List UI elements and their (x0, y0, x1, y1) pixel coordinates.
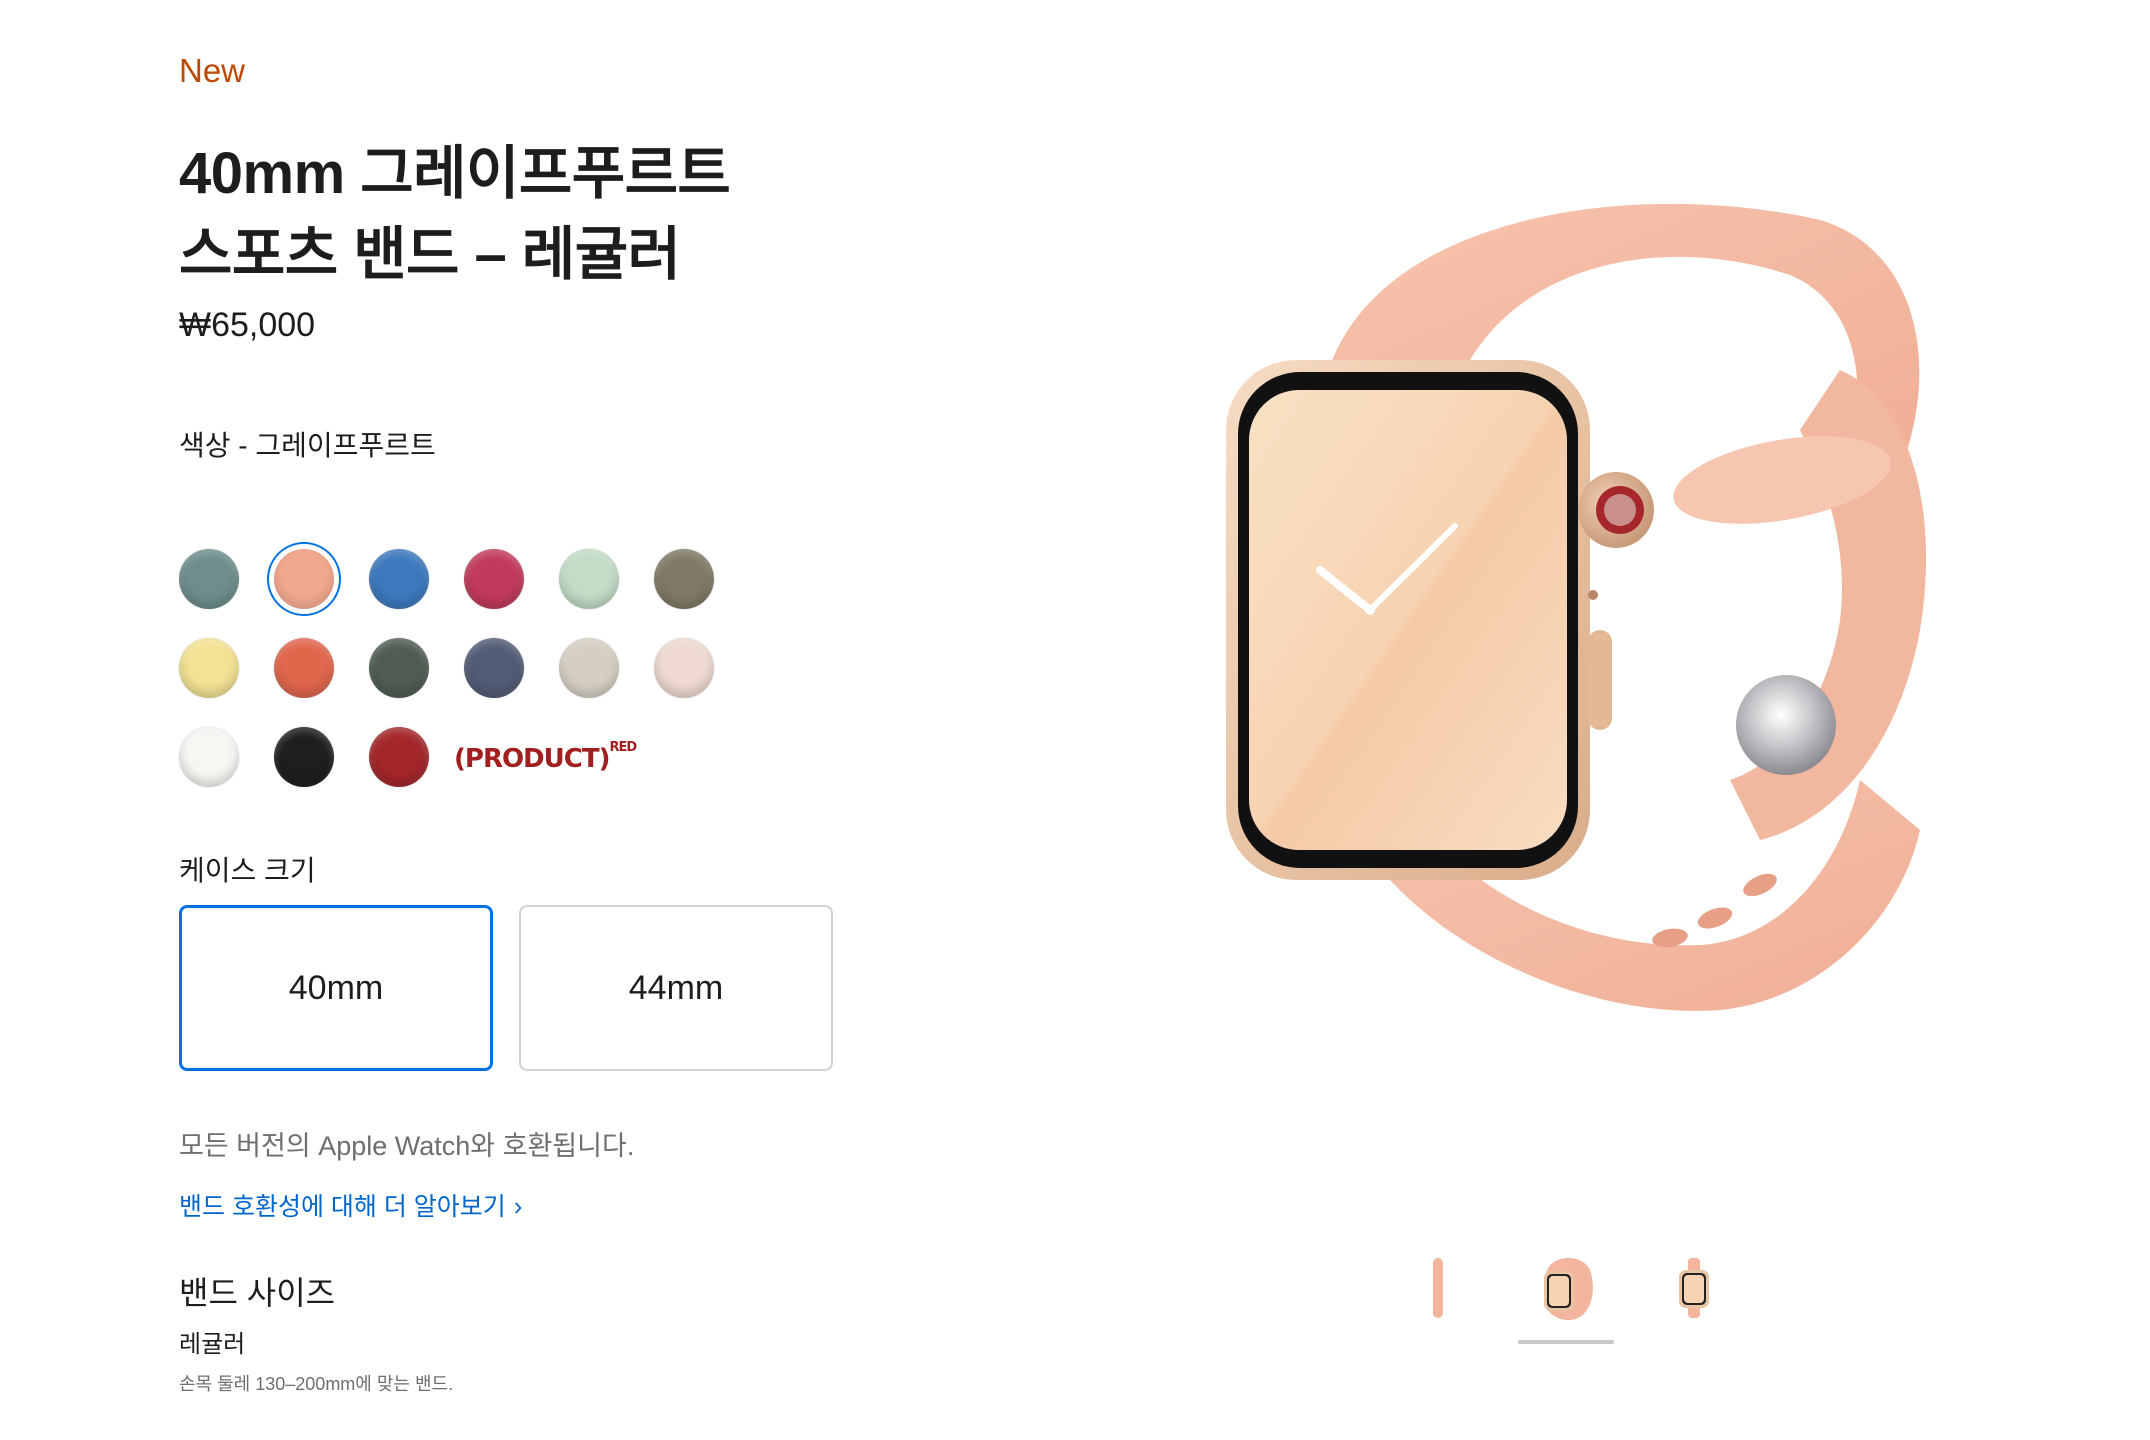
product-price: ₩65,000 (179, 306, 316, 344)
case-size-40mm-button[interactable]: 40mm (179, 905, 493, 1071)
image-thumbnails (1390, 1240, 1774, 1344)
product-title-line2: 스포츠 밴드 – 레귤러 (179, 222, 681, 287)
color-swatches: (PRODUCT)RED (179, 544, 739, 811)
swatch-row: (PRODUCT)RED (179, 722, 739, 792)
band-thumbnail-icon (1433, 1258, 1443, 1318)
color-swatch-pink-sand[interactable] (654, 638, 714, 698)
case-size-options: 40mm 44mm (179, 905, 859, 1071)
color-swatch-product-red[interactable] (369, 727, 429, 787)
color-swatch-white[interactable] (179, 727, 239, 787)
product-red-logo: (PRODUCT)RED (454, 740, 637, 774)
product-red-text: (PRODUCT) (454, 744, 610, 774)
color-swatch-grapefruit[interactable] (274, 549, 334, 609)
product-image (1200, 180, 1960, 1050)
band-hole (1697, 907, 1733, 929)
swatch-row (179, 544, 739, 614)
thumbnail-band[interactable] (1390, 1240, 1486, 1336)
apple-watch-image (1226, 203, 1927, 1011)
product-title: 40mm 그레이프푸르트 스포츠 밴드 – 레귤러 (179, 133, 731, 295)
hand-pivot (1365, 605, 1375, 615)
swatch-row (179, 633, 739, 703)
band-hole (1743, 873, 1777, 897)
color-swatch-black[interactable] (274, 727, 334, 787)
color-swatch-mint[interactable] (559, 549, 619, 609)
watch-thumbnail-icon (1544, 1258, 1593, 1321)
case-size-label: 케이스 크기 (179, 855, 316, 886)
band-size-description: 손목 둘레 130–200mm에 맞는 밴드. (179, 1374, 454, 1394)
color-swatch-olive[interactable] (654, 549, 714, 609)
chevron-right-icon: › (513, 1191, 523, 1221)
color-swatch-blue[interactable] (369, 549, 429, 609)
band-size-title: 밴드 사이즈 (179, 1275, 336, 1311)
compatibility-note: 모든 버전의 Apple Watch와 호환됩니다. (179, 1131, 635, 1161)
color-swatch-pink[interactable] (464, 549, 524, 609)
thumbnail-watch-front[interactable] (1518, 1240, 1614, 1344)
microphone-hole (1588, 590, 1598, 600)
color-swatch-navy[interactable] (464, 638, 524, 698)
color-label: 색상 - 그레이프푸르트 (179, 430, 436, 461)
case-size-44mm-button[interactable]: 44mm (519, 905, 833, 1071)
color-swatch-stone[interactable] (559, 638, 619, 698)
product-title-line1: 40mm 그레이프푸르트 (179, 141, 731, 206)
side-button (1588, 630, 1612, 730)
band-clasp (1736, 675, 1836, 775)
digital-crown-center (1604, 494, 1636, 526)
watch-face-thumbnail-icon (1679, 1258, 1709, 1318)
compatibility-link[interactable]: 밴드 호환성에 대해 더 알아보기 › (179, 1187, 522, 1223)
color-swatch-orange[interactable] (274, 638, 334, 698)
color-swatch-green[interactable] (369, 638, 429, 698)
compatibility-link-text: 밴드 호환성에 대해 더 알아보기 (179, 1193, 506, 1221)
color-swatch-yellow[interactable] (179, 638, 239, 698)
color-swatch-cactus[interactable] (179, 549, 239, 609)
thumbnail-watch-face[interactable] (1646, 1240, 1742, 1336)
new-badge: New (179, 52, 246, 89)
product-red-sup: RED (609, 740, 637, 756)
band-size-value: 레귤러 (179, 1331, 246, 1358)
watch-face (1249, 390, 1567, 850)
